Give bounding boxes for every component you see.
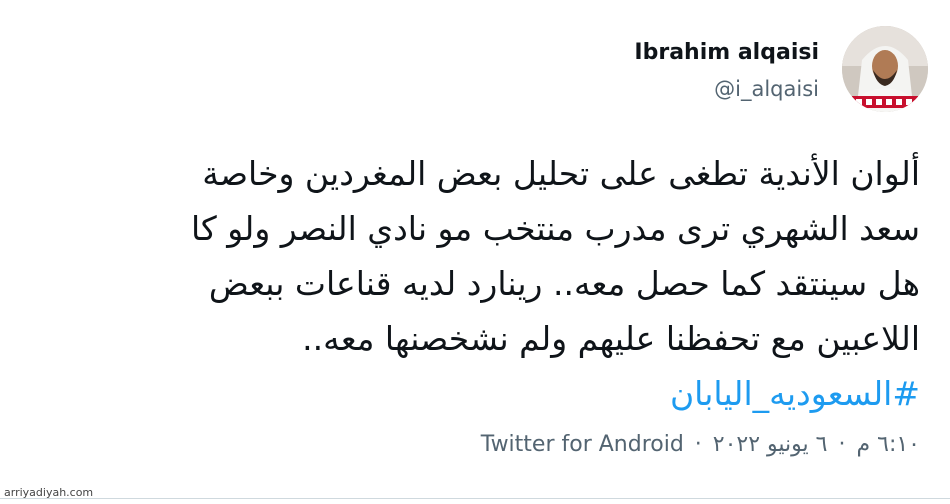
hashtag-link[interactable]: #السعوديه_اليابان — [191, 366, 920, 421]
tweet-time[interactable]: ٦:١٠ م — [857, 432, 921, 457]
tweet-card: Ibrahim alqaisi @i_alqaisi ألوان الأندية… — [0, 0, 950, 504]
tweet-date[interactable]: ٦ يونيو ٢٠٢٢ — [713, 432, 828, 457]
tweet-source[interactable]: Twitter for Android — [481, 432, 684, 457]
tweet-text: ألوان الأندية تطغى على تحليل بعض المغردي… — [191, 146, 920, 421]
meta-separator: · — [694, 432, 702, 457]
tweet-line-3: هل سينتقد كما حصل معه.. رينارد لديه قناع… — [208, 264, 920, 303]
tweet-line-1: ألوان الأندية تطغى على تحليل بعض المغردي… — [202, 154, 920, 193]
avatar-image — [842, 26, 928, 112]
tweet-meta: ٦:١٠ م · ٦ يونيو ٢٠٢٢ · Twitter for Andr… — [481, 432, 920, 457]
tweet-line-4: اللاعبين مع تحفظنا عليهم ولم نشخصنها معه… — [302, 319, 920, 358]
avatar[interactable] — [842, 26, 928, 112]
divider — [0, 498, 950, 499]
meta-separator: · — [838, 432, 846, 457]
author-display-name[interactable]: Ibrahim alqaisi — [634, 40, 819, 65]
author-handle[interactable]: @i_alqaisi — [714, 77, 819, 101]
tweet-line-2: سعد الشهري ترى مدرب منتخب مو نادي النصر … — [190, 209, 920, 248]
watermark: arriyadiyah.com — [4, 486, 94, 499]
